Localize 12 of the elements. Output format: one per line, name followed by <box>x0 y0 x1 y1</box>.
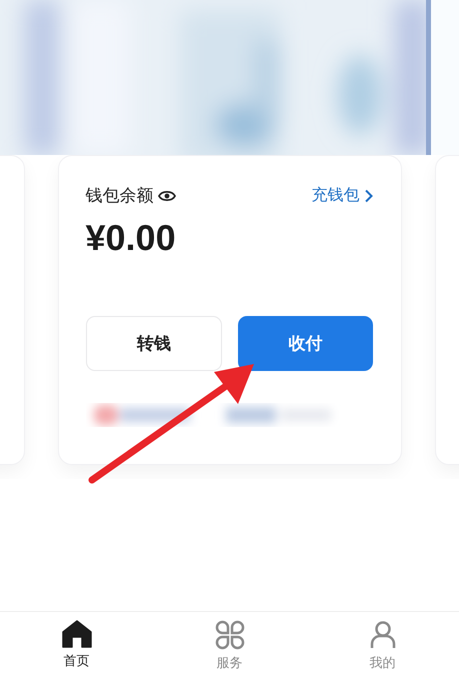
grid-icon <box>214 620 244 650</box>
transfer-button[interactable]: 转钱 <box>86 316 222 371</box>
top-up-link[interactable]: 充钱包 <box>312 185 372 206</box>
tab-item[interactable]: 我的 <box>306 612 459 678</box>
tab-item[interactable]: 服务 <box>153 612 306 678</box>
chevron-right-icon <box>364 188 372 202</box>
home-icon <box>62 620 92 648</box>
tab-item[interactable]: 首页 <box>0 612 153 678</box>
balance-amount: ¥0.00 <box>86 217 176 259</box>
balance-label: 钱包余额 <box>86 185 154 207</box>
eye-icon[interactable] <box>158 188 176 202</box>
pay-button[interactable]: 收付 <box>238 316 372 371</box>
